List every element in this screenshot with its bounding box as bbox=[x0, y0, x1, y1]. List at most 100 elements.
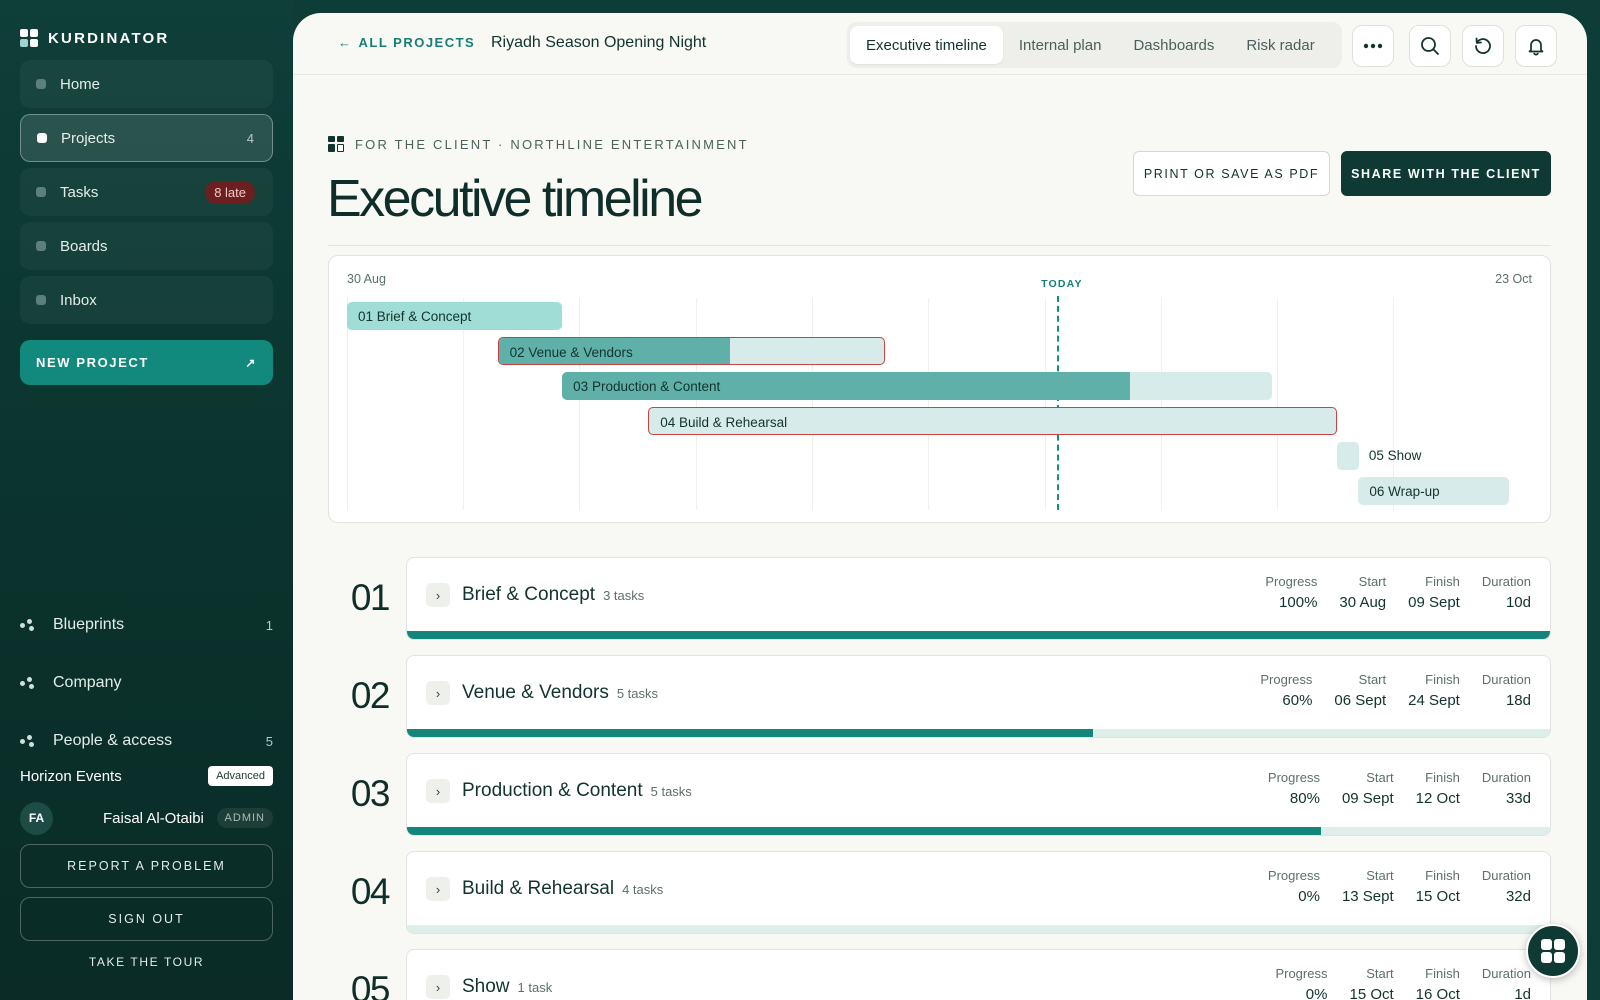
metric-duration: Duration 10d bbox=[1482, 574, 1531, 611]
late-badge: 8 late bbox=[205, 180, 255, 204]
gantt-bar[interactable]: 03 Production & Content bbox=[562, 372, 1273, 400]
user-profile[interactable]: FA Faisal Al-Otaibi ADMIN bbox=[20, 800, 273, 836]
sidebar-item-boards[interactable]: Boards bbox=[20, 222, 273, 270]
metric-label: Finish bbox=[1425, 966, 1460, 981]
user-name: Faisal Al-Otaibi bbox=[103, 809, 204, 827]
topbar: ← ALL PROJECTS Riyadh Season Opening Nig… bbox=[293, 13, 1587, 75]
metric-value: 10d bbox=[1505, 594, 1531, 611]
metric-label: Duration bbox=[1481, 966, 1531, 981]
progress-fill bbox=[407, 631, 1550, 639]
brand[interactable]: KURDINATOR bbox=[20, 29, 169, 47]
phase-card[interactable]: › Production & Content 5 tasks Progress 80… bbox=[406, 753, 1551, 836]
metric-progress: Progress 80% bbox=[1268, 770, 1320, 807]
secondary-nav: Blueprints 1 Company People & access 5 bbox=[20, 596, 273, 770]
new-project-label: NEW PROJECT bbox=[36, 355, 149, 370]
metric-value: 32d bbox=[1505, 888, 1531, 905]
tab-dashboards[interactable]: Dashboards bbox=[1117, 26, 1230, 64]
phase-metrics: Progress 0% Start 13 Sept Finish 15 Oct Dur… bbox=[1268, 868, 1531, 905]
tab-executive-timeline[interactable]: Executive timeline bbox=[850, 26, 1003, 64]
search-button[interactable] bbox=[1409, 25, 1451, 67]
task-count: 3 tasks bbox=[603, 588, 645, 603]
phase-number: 02 bbox=[350, 675, 391, 716]
tab-risk-radar[interactable]: Risk radar bbox=[1230, 26, 1330, 64]
sidebar-item-label: People & access bbox=[53, 732, 173, 749]
arrow-up-right-icon: ↗ bbox=[245, 355, 257, 370]
gantt-bar[interactable]: 06 Wrap-up bbox=[1358, 477, 1509, 505]
share-client-button[interactable]: SHARE WITH THE CLIENT bbox=[1341, 151, 1551, 196]
gantt-bar-label: 05 Show bbox=[1368, 448, 1422, 463]
phase-title: Brief & Concept 3 tasks bbox=[462, 584, 644, 606]
avatar: FA bbox=[20, 801, 53, 835]
chevron-right-icon[interactable]: › bbox=[426, 681, 450, 705]
page-title: Executive timeline bbox=[327, 170, 704, 228]
people-count: 5 bbox=[265, 733, 273, 749]
view-tabs: Executive timeline Internal plan Dashboa… bbox=[847, 22, 1342, 68]
timeline-end-label: 23 Oct bbox=[1495, 272, 1532, 286]
metric-finish: Finish 15 Oct bbox=[1416, 868, 1460, 905]
apps-launcher-button[interactable] bbox=[1526, 924, 1580, 978]
metric-value: 06 Sept bbox=[1334, 692, 1387, 709]
phase-title: Venue & Vendors 5 tasks bbox=[462, 682, 658, 704]
phase-card[interactable]: › Brief & Concept 3 tasks Progress 100% St… bbox=[406, 557, 1551, 640]
phase-row: 05 › Show 1 task Progress 0% Start 15 Oct F… bbox=[293, 949, 1587, 1000]
people-icon bbox=[20, 735, 36, 747]
notifications-button[interactable] bbox=[1515, 25, 1557, 67]
chevron-right-icon[interactable]: › bbox=[426, 975, 450, 999]
sidebar-item-tasks[interactable]: Tasks 8 late bbox=[20, 168, 273, 216]
plan-badge: Advanced bbox=[208, 766, 273, 786]
brand-name: KURDINATOR bbox=[48, 29, 170, 47]
tab-internal-plan[interactable]: Internal plan bbox=[1003, 26, 1118, 64]
phase-name: Brief & Concept bbox=[462, 584, 596, 605]
phase-row: 02 › Venue & Vendors 5 tasks Progress 60% … bbox=[293, 655, 1587, 738]
print-pdf-button[interactable]: PRINT OR SAVE AS PDF bbox=[1133, 151, 1330, 196]
gantt-bar[interactable]: 04 Build & Rehearsal bbox=[648, 407, 1337, 435]
sidebar-item-label: Home bbox=[60, 75, 101, 93]
gantt-bar[interactable] bbox=[1336, 442, 1359, 470]
metric-start: Start 09 Sept bbox=[1342, 770, 1394, 807]
phase-card[interactable]: › Show 1 task Progress 0% Start 15 Oct Fini… bbox=[406, 949, 1551, 1000]
metric-progress: Progress 100% bbox=[1265, 574, 1317, 611]
more-options-button[interactable] bbox=[1352, 25, 1394, 67]
progress-bar bbox=[407, 729, 1550, 737]
inbox-icon bbox=[36, 295, 46, 305]
phase-card[interactable]: › Build & Rehearsal 4 tasks Progress 0% St… bbox=[406, 851, 1551, 934]
new-project-button[interactable]: NEW PROJECT ↗ bbox=[20, 340, 273, 385]
take-tour-link[interactable]: TAKE THE TOUR bbox=[20, 955, 273, 969]
gantt-bar[interactable]: 02 Venue & Vendors bbox=[497, 337, 885, 365]
metric-finish: Finish 12 Oct bbox=[1416, 770, 1460, 807]
refresh-icon bbox=[1475, 37, 1491, 54]
task-count: 1 task bbox=[517, 980, 553, 995]
history-button[interactable] bbox=[1462, 25, 1504, 67]
metric-value: 15 Oct bbox=[1415, 888, 1460, 905]
metric-duration: Duration 32d bbox=[1482, 868, 1531, 905]
sign-out-button[interactable]: SIGN OUT bbox=[20, 897, 273, 941]
phase-number: 03 bbox=[350, 773, 391, 814]
sidebar-item-people[interactable]: People & access 5 bbox=[20, 712, 273, 770]
tasks-icon bbox=[36, 187, 46, 197]
metric-progress: Progress 0% bbox=[1268, 868, 1320, 905]
metric-label: Progress bbox=[1260, 672, 1313, 687]
phase-card[interactable]: › Venue & Vendors 5 tasks Progress 60% Sta… bbox=[406, 655, 1551, 738]
chevron-right-icon[interactable]: › bbox=[426, 877, 450, 901]
phase-title: Production & Content 5 tasks bbox=[462, 780, 692, 802]
sidebar-item-inbox[interactable]: Inbox bbox=[20, 276, 273, 324]
report-problem-button[interactable]: REPORT A PROBLEM bbox=[20, 844, 273, 888]
all-projects-link[interactable]: ← ALL PROJECTS bbox=[338, 35, 475, 50]
sidebar-item-home[interactable]: Home bbox=[20, 60, 273, 108]
sidebar-item-company[interactable]: Company bbox=[20, 654, 273, 712]
divider bbox=[328, 245, 1551, 246]
phase-metrics: Progress 0% Start 15 Oct Finish 16 Oct Dura… bbox=[1275, 966, 1531, 1000]
sidebar-item-blueprints[interactable]: Blueprints 1 bbox=[20, 596, 273, 654]
metric-label: Finish bbox=[1425, 770, 1460, 785]
phase-metrics: Progress 80% Start 09 Sept Finish 12 Oct Du… bbox=[1268, 770, 1531, 807]
sidebar-item-label: Company bbox=[53, 674, 122, 691]
metric-value: 100% bbox=[1279, 594, 1318, 611]
chevron-right-icon[interactable]: › bbox=[426, 779, 450, 803]
progress-fill bbox=[407, 729, 1093, 737]
sidebar-item-projects[interactable]: Projects 4 bbox=[20, 114, 273, 162]
chevron-right-icon[interactable]: › bbox=[426, 583, 450, 607]
gantt-bar[interactable]: 01 Brief & Concept bbox=[347, 302, 563, 330]
phase-row: 03 › Production & Content 5 tasks Progres… bbox=[293, 753, 1587, 836]
phase-name: Venue & Vendors bbox=[462, 682, 609, 703]
metric-progress: Progress 0% bbox=[1275, 966, 1327, 1000]
